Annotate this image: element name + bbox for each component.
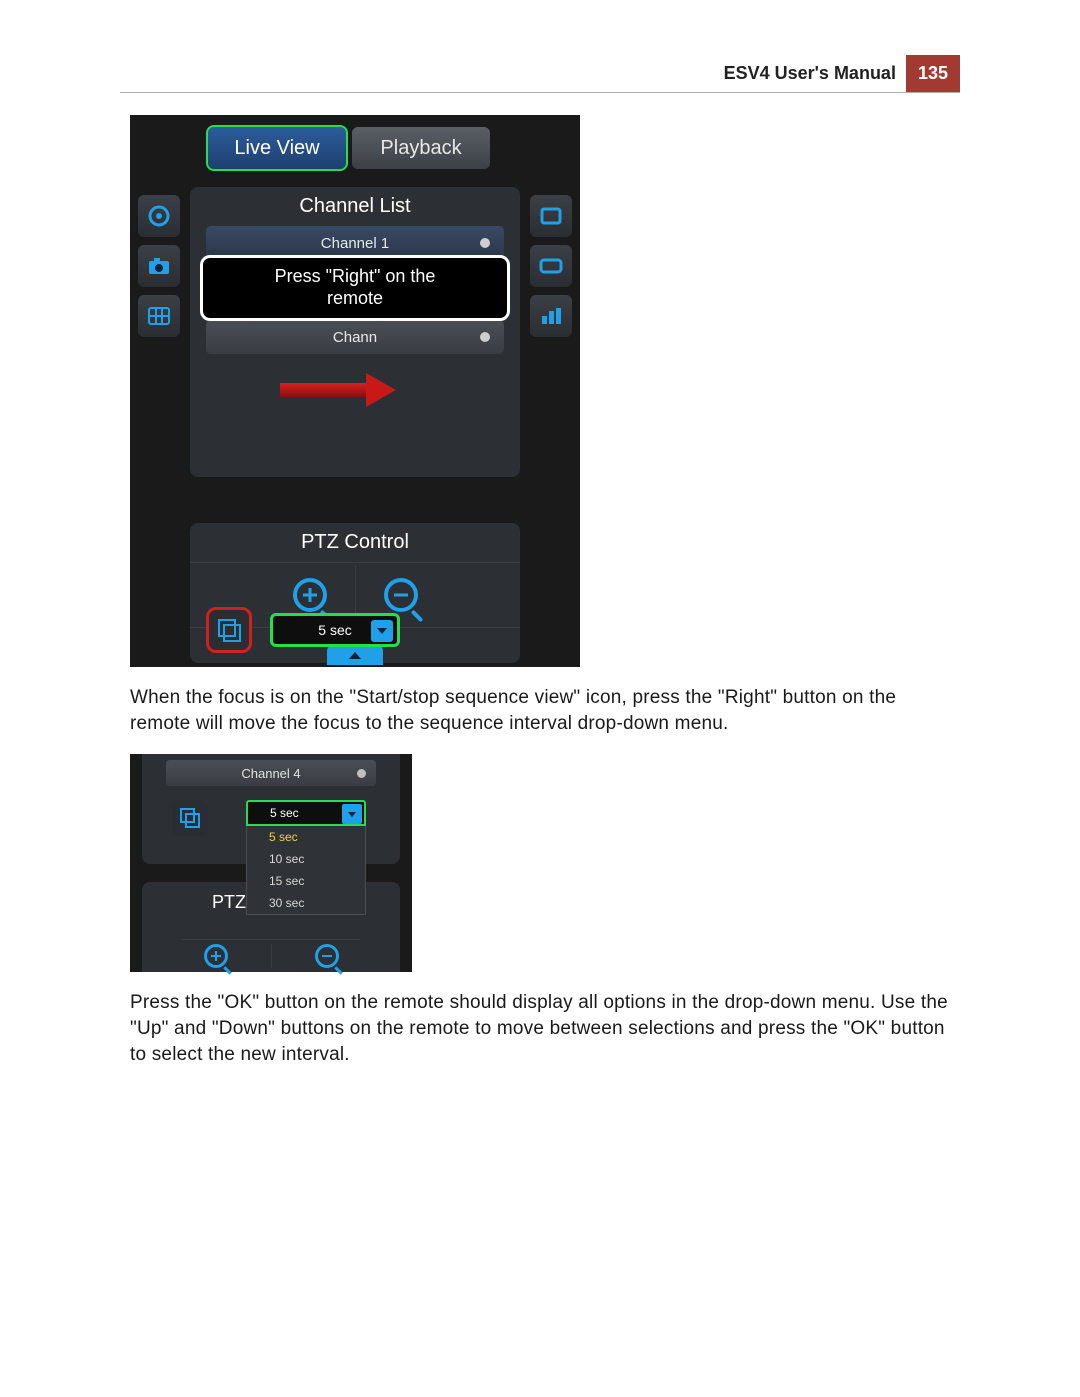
dropdown-option[interactable]: 30 sec [247, 892, 365, 914]
tab-playback[interactable]: Playback [352, 127, 490, 169]
divider [271, 944, 272, 968]
interval-dropdown-open[interactable]: 5 sec 5 sec 10 sec 15 sec 30 sec [246, 800, 366, 915]
fullscreen-icon[interactable] [530, 195, 572, 237]
sequence-interval-dropdown[interactable]: 5 sec [270, 613, 400, 647]
dropdown-option[interactable]: 5 sec [247, 826, 365, 848]
zoom-out-button[interactable] [315, 944, 339, 968]
channel-row-partial[interactable]: Chann [206, 320, 504, 354]
instruction-paragraph-2: Press the "OK" button on the remote shou… [130, 990, 950, 1067]
channel-4-label: Channel 4 [241, 766, 300, 781]
dropdown-option[interactable]: 10 sec [247, 848, 365, 870]
channel-partial-label: Chann [333, 329, 377, 346]
chevron-down-icon [342, 804, 362, 824]
dropdown-selected-value: 5 sec [270, 806, 299, 820]
ptz-title: PTZ Control [190, 523, 520, 558]
channel-1-label: Channel 1 [321, 235, 389, 252]
sequence-interval-value: 5 sec [318, 622, 351, 638]
screenshot-dropdown-open: Channel 4 5 sec 5 sec 10 sec 15 sec 30 s… [130, 754, 412, 972]
tab-live-view[interactable]: Live View [208, 127, 346, 169]
channel-panel-2: Channel 4 5 sec 5 sec 10 sec 15 sec 30 s… [142, 754, 400, 864]
instruction-paragraph-1: When the focus is on the "Start/stop seq… [130, 685, 950, 736]
ptz-label: PTZ [212, 892, 246, 913]
channel-status-dot [480, 332, 490, 342]
dropdown-options: 5 sec 10 sec 15 sec 30 sec [246, 826, 366, 915]
manual-title: ESV4 User's Manual [724, 55, 906, 92]
tooltip-text: Press "Right" on the remote [275, 266, 436, 309]
channel-list-panel: Channel List Channel 1 Chann [190, 187, 520, 477]
chevron-down-icon [371, 620, 393, 642]
aspect-icon[interactable] [530, 245, 572, 287]
dropdown-option[interactable]: 15 sec [247, 870, 365, 892]
sequence-controls: 5 sec [206, 607, 400, 653]
manual-page: ESV4 User's Manual 135 Live View Playbac… [120, 0, 960, 1067]
channel-status-dot [480, 238, 490, 248]
snapshot-icon[interactable] [138, 245, 180, 287]
record-icon[interactable] [138, 195, 180, 237]
page-number: 135 [906, 55, 960, 92]
channel-row-4[interactable]: Channel 4 [166, 760, 376, 786]
view-tabs: Live View Playback [208, 127, 490, 169]
dropdown-selected[interactable]: 5 sec [246, 800, 366, 826]
grid-view-icon[interactable] [138, 295, 180, 337]
page-header: ESV4 User's Manual 135 [120, 55, 960, 93]
stats-icon[interactable] [530, 295, 572, 337]
channel-list-title: Channel List [190, 187, 520, 222]
channel-status-dot [357, 769, 366, 778]
instruction-tooltip: Press "Right" on the remote [200, 255, 510, 321]
screenshot-main-ui: Live View Playback [130, 115, 580, 667]
right-arrow-graphic [280, 375, 410, 405]
sequence-view-icon[interactable] [172, 800, 208, 836]
sequence-view-icon[interactable] [206, 607, 252, 653]
zoom-in-button[interactable] [204, 944, 228, 968]
